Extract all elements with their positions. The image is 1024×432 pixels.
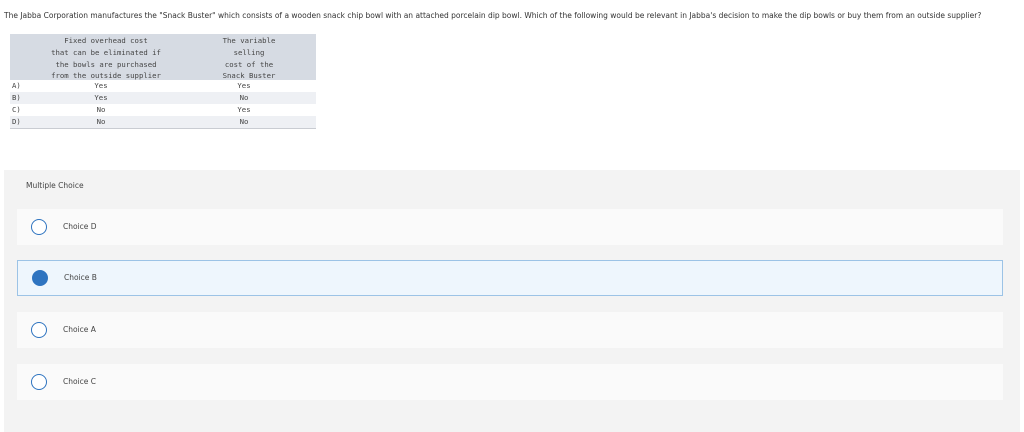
multiple-choice-label: Multiple Choice: [26, 181, 84, 190]
radio-button-icon[interactable]: [31, 219, 47, 235]
radio-button-icon[interactable]: [31, 322, 47, 338]
choice-option-b[interactable]: Choice B: [17, 260, 1003, 296]
question-text: The Jabba Corporation manufactures the "…: [4, 11, 982, 20]
radio-button-selected-icon[interactable]: [32, 270, 48, 286]
col2-header: The variable selling cost of the Snack B…: [222, 36, 276, 81]
choice-label: Choice B: [64, 273, 97, 282]
choice-option-c[interactable]: Choice C: [17, 364, 1003, 400]
choice-label: Choice D: [63, 222, 97, 231]
answer-table: Fixed overhead cost that can be eliminat…: [10, 34, 316, 129]
radio-button-icon[interactable]: [31, 374, 47, 390]
table-row: D) No No: [10, 116, 316, 128]
col1-header: Fixed overhead cost that can be eliminat…: [51, 36, 161, 81]
table-row: C) No Yes: [12, 105, 251, 114]
table-row: B) Yes No: [10, 92, 316, 104]
table-row: A) Yes Yes: [12, 81, 251, 90]
choice-option-a[interactable]: Choice A: [17, 312, 1003, 348]
choice-label: Choice A: [63, 325, 96, 334]
table-header: Fixed overhead cost that can be eliminat…: [10, 34, 316, 80]
choice-label: Choice C: [63, 377, 97, 386]
choice-option-d[interactable]: Choice D: [17, 209, 1003, 245]
table-divider: [10, 128, 316, 129]
